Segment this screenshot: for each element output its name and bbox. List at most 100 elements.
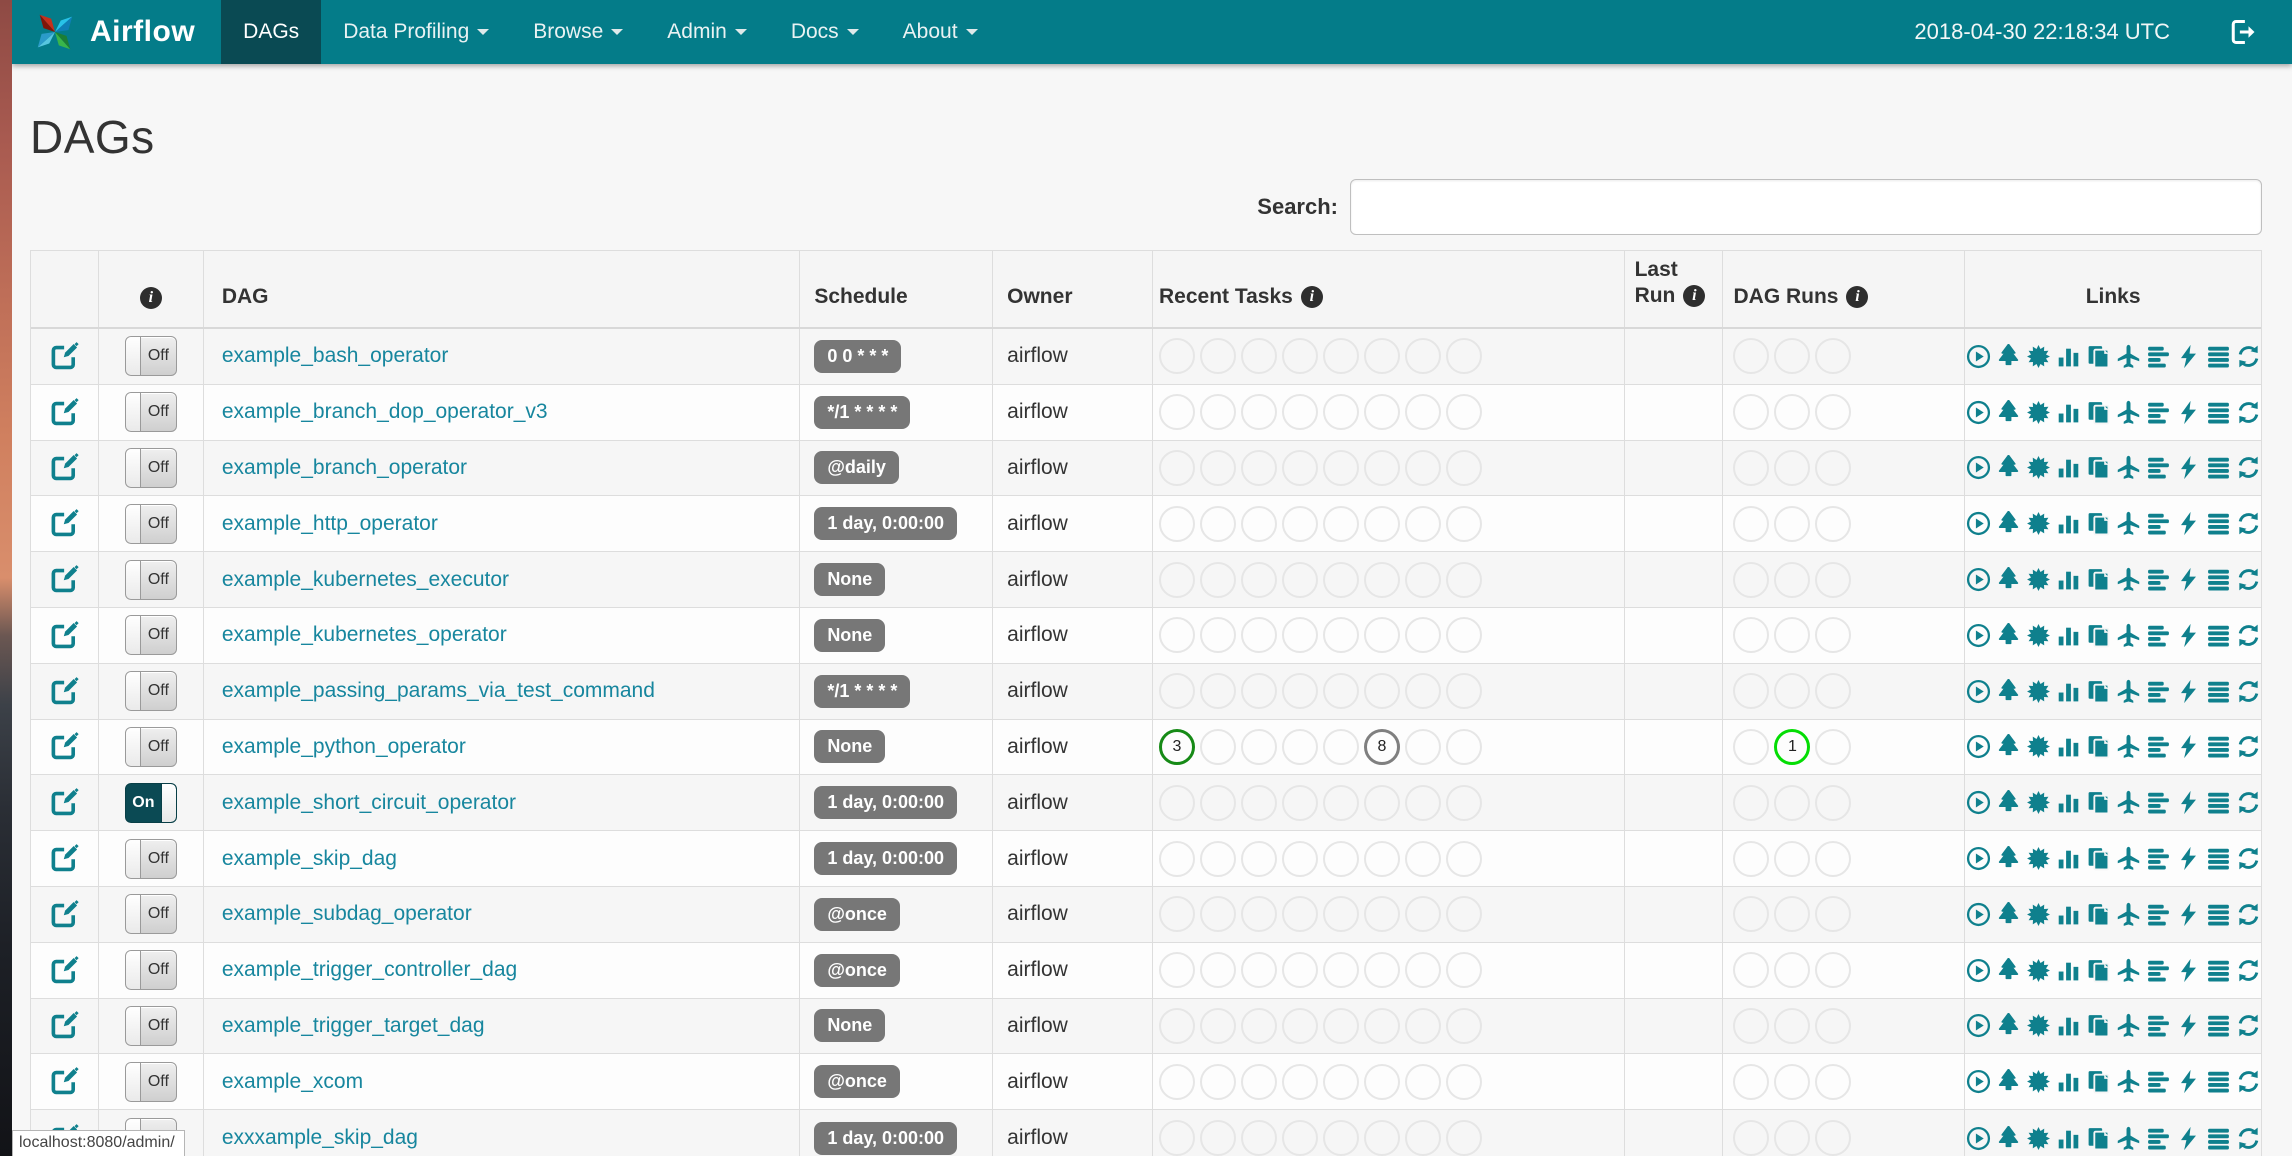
gantt-view-icon[interactable] (2146, 623, 2171, 648)
task-tries-icon[interactable] (2086, 400, 2111, 425)
task-state-circle[interactable] (1282, 896, 1318, 933)
logs-icon[interactable] (2206, 455, 2231, 480)
graph-view-icon[interactable] (2026, 790, 2051, 815)
task-state-circle[interactable] (1159, 840, 1195, 877)
task-state-circle[interactable] (1774, 394, 1811, 431)
nav-data-profiling[interactable]: Data Profiling (321, 0, 511, 64)
task-state-circle[interactable]: 3 (1159, 728, 1195, 765)
code-view-icon[interactable] (2176, 902, 2201, 927)
dag-link[interactable]: exxxample_skip_dag (222, 1126, 418, 1150)
task-state-circle[interactable] (1364, 673, 1400, 710)
logs-icon[interactable] (2206, 623, 2231, 648)
trigger-dag-icon[interactable] (1966, 734, 1991, 759)
task-state-circle[interactable] (1323, 1007, 1359, 1044)
task-state-circle[interactable] (1405, 505, 1441, 542)
gantt-view-icon[interactable] (2146, 455, 2171, 480)
refresh-icon[interactable] (2236, 1126, 2261, 1151)
edit-dag-icon[interactable] (50, 677, 79, 706)
brand[interactable]: Airflow (12, 0, 221, 64)
dag-link[interactable]: example_kubernetes_operator (222, 623, 507, 647)
task-state-circle[interactable] (1159, 673, 1195, 710)
task-state-circle[interactable] (1815, 338, 1852, 375)
task-tries-icon[interactable] (2086, 623, 2111, 648)
task-state-circle[interactable] (1323, 617, 1359, 654)
dag-pause-toggle[interactable]: Off (124, 671, 177, 712)
task-state-circle[interactable] (1733, 673, 1770, 710)
dag-pause-toggle[interactable]: Off (124, 503, 177, 544)
task-state-circle[interactable] (1815, 617, 1852, 654)
trigger-dag-icon[interactable] (1966, 1126, 1991, 1151)
landing-times-icon[interactable] (2116, 1013, 2141, 1038)
tree-view-icon[interactable] (1996, 623, 2021, 648)
task-state-circle[interactable] (1241, 784, 1277, 821)
task-state-circle[interactable] (1323, 505, 1359, 542)
task-state-circle[interactable] (1159, 505, 1195, 542)
task-state-circle[interactable] (1159, 561, 1195, 598)
task-state-circle[interactable] (1282, 1120, 1318, 1156)
task-state-circle[interactable] (1159, 338, 1195, 375)
task-state-circle[interactable] (1200, 952, 1236, 989)
landing-times-icon[interactable] (2116, 455, 2141, 480)
dag-link[interactable]: example_xcom (222, 1070, 363, 1094)
task-state-circle[interactable] (1815, 561, 1852, 598)
refresh-icon[interactable] (2236, 1069, 2261, 1094)
dag-link[interactable]: example_kubernetes_executor (222, 568, 509, 592)
task-duration-icon[interactable] (2056, 846, 2081, 871)
gantt-view-icon[interactable] (2146, 567, 2171, 592)
task-state-circle[interactable] (1774, 952, 1811, 989)
task-state-circle[interactable] (1446, 561, 1482, 598)
task-state-circle[interactable] (1200, 673, 1236, 710)
schedule-badge[interactable]: 1 day, 0:00:00 (814, 507, 958, 541)
task-state-circle[interactable] (1815, 728, 1852, 765)
task-state-circle[interactable] (1733, 449, 1770, 486)
task-state-circle[interactable] (1405, 338, 1441, 375)
landing-times-icon[interactable] (2116, 734, 2141, 759)
schedule-badge[interactable]: @once (814, 1065, 900, 1099)
task-state-circle[interactable] (1815, 449, 1852, 486)
dag-pause-toggle[interactable]: Off (124, 838, 177, 879)
dag-pause-toggle[interactable]: Off (124, 447, 177, 488)
dag-pause-toggle[interactable]: Off (124, 559, 177, 600)
nav-dags[interactable]: DAGs (221, 0, 322, 64)
schedule-badge[interactable]: None (814, 618, 886, 652)
task-state-circle[interactable] (1446, 449, 1482, 486)
task-state-circle[interactable] (1815, 1063, 1852, 1100)
gantt-view-icon[interactable] (2146, 902, 2171, 927)
gantt-view-icon[interactable] (2146, 846, 2171, 871)
task-state-circle[interactable] (1446, 952, 1482, 989)
task-state-circle[interactable] (1364, 896, 1400, 933)
sign-out-icon[interactable] (2228, 17, 2258, 47)
code-view-icon[interactable] (2176, 1126, 2201, 1151)
task-state-circle[interactable] (1774, 784, 1811, 821)
gantt-view-icon[interactable] (2146, 958, 2171, 983)
dag-pause-toggle[interactable]: On (124, 782, 177, 823)
schedule-badge[interactable]: @once (814, 897, 900, 931)
tree-view-icon[interactable] (1996, 958, 2021, 983)
task-state-circle[interactable] (1323, 394, 1359, 431)
task-state-circle[interactable] (1815, 784, 1852, 821)
task-state-circle[interactable] (1364, 394, 1400, 431)
task-state-circle[interactable] (1241, 896, 1277, 933)
edit-dag-icon[interactable] (50, 900, 79, 929)
logs-icon[interactable] (2206, 511, 2231, 536)
edit-dag-icon[interactable] (50, 844, 79, 873)
gantt-view-icon[interactable] (2146, 734, 2171, 759)
logs-icon[interactable] (2206, 902, 2231, 927)
dag-pause-toggle[interactable]: Off (124, 894, 177, 935)
task-state-circle[interactable] (1733, 840, 1770, 877)
task-state-circle[interactable] (1815, 1007, 1852, 1044)
task-state-circle[interactable] (1446, 1007, 1482, 1044)
trigger-dag-icon[interactable] (1966, 567, 1991, 592)
task-state-circle[interactable] (1446, 840, 1482, 877)
task-tries-icon[interactable] (2086, 455, 2111, 480)
trigger-dag-icon[interactable] (1966, 623, 1991, 648)
task-duration-icon[interactable] (2056, 623, 2081, 648)
task-state-circle[interactable] (1282, 449, 1318, 486)
task-state-circle[interactable] (1733, 896, 1770, 933)
dag-pause-toggle[interactable]: Off (124, 615, 177, 656)
header-dag[interactable]: DAG (204, 251, 801, 327)
task-state-circle[interactable] (1159, 1120, 1195, 1156)
task-state-circle[interactable] (1405, 952, 1441, 989)
task-state-circle[interactable] (1282, 952, 1318, 989)
edit-dag-icon[interactable] (50, 732, 79, 761)
